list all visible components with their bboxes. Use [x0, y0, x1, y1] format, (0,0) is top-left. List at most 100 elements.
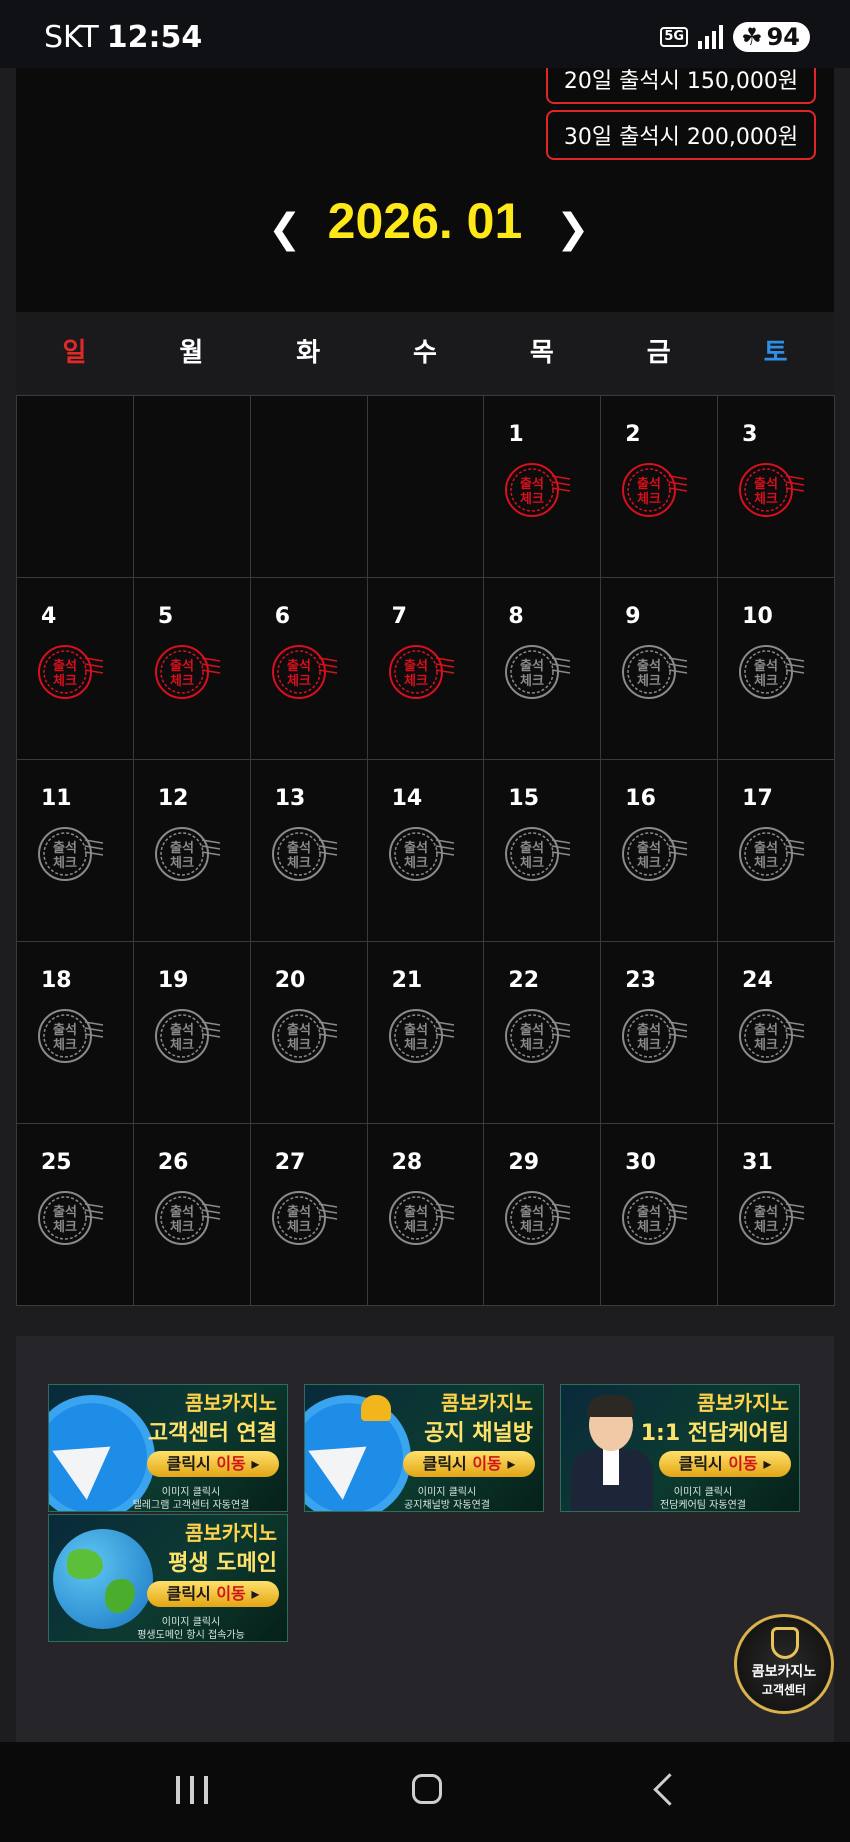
- day-number: 3: [742, 422, 758, 447]
- attendance-stamp-unchecked-icon: 출석 체크: [504, 1006, 571, 1066]
- day-number: 11: [41, 786, 72, 811]
- banner-customer-center[interactable]: 콤보카지노 고객센터 연결 클릭시 이동 ▸ 이미지 클릭시 텔레그램 고객센터…: [48, 1384, 288, 1512]
- network-5g-icon: 5G: [660, 27, 689, 47]
- calendar-day-cell[interactable]: 12 출석 체크: [133, 760, 251, 942]
- calendar-empty-cell: [133, 396, 251, 578]
- attendance-stamp-unchecked-icon: 출석 체크: [738, 1006, 805, 1066]
- attendance-stamp-unchecked-icon: 출석 체크: [738, 1188, 805, 1248]
- svg-text:출석: 출석: [520, 658, 544, 674]
- calendar-day-cell[interactable]: 30 출석 체크: [601, 1124, 719, 1306]
- banner-click-button[interactable]: 클릭시 이동 ▸: [403, 1451, 535, 1477]
- calendar-day-cell[interactable]: 29 출석 체크: [484, 1124, 602, 1306]
- calendar-day-cell[interactable]: 25 출석 체크: [17, 1124, 134, 1306]
- svg-text:체크: 체크: [287, 1220, 311, 1235]
- day-number: 22: [508, 968, 540, 993]
- day-number: 10: [742, 604, 773, 629]
- weekday-fri: 금: [646, 338, 671, 368]
- banner-click-button[interactable]: 클릭시 이동 ▸: [147, 1451, 279, 1477]
- calendar-day-cell[interactable]: 18 출석 체크: [17, 942, 134, 1124]
- chevron-left-icon[interactable]: ❮: [268, 206, 302, 252]
- day-number: 30: [625, 1150, 656, 1175]
- calendar-day-cell[interactable]: 14 출석 체크: [367, 760, 485, 942]
- calendar-day-cell[interactable]: 22 출석 체크: [484, 942, 602, 1124]
- calendar-day-cell[interactable]: 3 출석 체크: [718, 396, 835, 578]
- status-right: 5G ☘ 94: [660, 22, 810, 52]
- calendar-day-cell[interactable]: 8 출석 체크: [484, 578, 602, 760]
- customer-center-button[interactable]: 콤보카지노 고객센터: [734, 1614, 834, 1714]
- day-number: 2: [625, 422, 641, 447]
- svg-text:출석: 출석: [637, 840, 661, 856]
- calendar-grid: 1 출석 체크 2 출석 체크 3 출석 체크 4 출석 체크 5 출석 체크 6 출석 체크 7 출석 체크 8 출석 체크…: [16, 395, 835, 1306]
- day-number: 14: [391, 786, 423, 811]
- svg-text:출석: 출석: [404, 1204, 428, 1220]
- cs-button-sublabel: 고객센터: [761, 1683, 807, 1697]
- calendar-day-cell[interactable]: 31 출석 체크: [718, 1124, 835, 1306]
- banner-click-button[interactable]: 클릭시 이동 ▸: [659, 1451, 791, 1477]
- attendance-stamp-unchecked-icon: 출석 체크: [37, 1188, 104, 1248]
- day-number: 23: [625, 968, 656, 993]
- svg-text:출석: 출석: [637, 1204, 661, 1220]
- svg-text:체크: 체크: [170, 856, 194, 871]
- attendance-stamp-unchecked-icon: 출석 체크: [37, 824, 104, 884]
- calendar-day-cell[interactable]: 27 출석 체크: [250, 1124, 368, 1306]
- svg-text:출석: 출석: [53, 658, 77, 674]
- calendar-day-cell[interactable]: 26 출석 체크: [133, 1124, 251, 1306]
- attendance-stamp-unchecked-icon: 출석 체크: [271, 1006, 337, 1066]
- weekday-wed: 수: [413, 338, 437, 368]
- svg-text:출석: 출석: [754, 1204, 778, 1220]
- calendar-day-cell[interactable]: 9 출석 체크: [601, 578, 719, 760]
- svg-text:체크: 체크: [520, 1220, 544, 1235]
- svg-text:출석: 출석: [754, 1022, 778, 1038]
- day-number: 24: [742, 968, 773, 993]
- attendance-stamp-unchecked-icon: 출석 체크: [154, 1006, 220, 1066]
- day-number: 12: [157, 786, 189, 811]
- calendar-day-cell[interactable]: 19 출석 체크: [133, 942, 251, 1124]
- calendar-day-cell[interactable]: 5 출석 체크: [133, 578, 251, 760]
- svg-text:출석: 출석: [520, 840, 544, 856]
- calendar-day-cell[interactable]: 1 출석 체크: [484, 396, 602, 578]
- calendar-day-cell[interactable]: 7 출석 체크: [367, 578, 485, 760]
- calendar-day-cell[interactable]: 28 출석 체크: [367, 1124, 485, 1306]
- calendar-day-cell[interactable]: 16 출석 체크: [601, 760, 719, 942]
- attendance-stamp-unchecked-icon: 출석 체크: [37, 1006, 104, 1066]
- svg-text:출석: 출석: [754, 840, 778, 856]
- recent-apps-icon[interactable]: [162, 1772, 222, 1812]
- calendar-day-cell[interactable]: 4 출석 체크: [17, 578, 134, 760]
- calendar-day-cell[interactable]: 24 출석 체크: [718, 942, 835, 1124]
- banner-care-team[interactable]: 콤보카지노 1:1 전담케어팀 클릭시 이동 ▸ 이미지 클릭시 전담케어팀 자…: [560, 1384, 800, 1512]
- battery-icon: ☘ 94: [733, 22, 810, 52]
- attendance-stamp-unchecked-icon: 출석 체크: [388, 1006, 454, 1066]
- calendar-day-cell[interactable]: 15 출석 체크: [484, 760, 602, 942]
- calendar-day-cell[interactable]: 11 출석 체크: [17, 760, 134, 942]
- svg-text:체크: 체크: [520, 674, 544, 689]
- chevron-right-icon[interactable]: ❯: [556, 206, 590, 252]
- attendance-stamp-unchecked-icon: 출석 체크: [271, 1188, 337, 1248]
- calendar-day-cell[interactable]: 17 출석 체크: [718, 760, 835, 942]
- svg-text:출석: 출석: [754, 658, 778, 674]
- calendar-day-cell[interactable]: 23 출석 체크: [601, 942, 719, 1124]
- banner-section: 콤보카지노 고객센터 연결 클릭시 이동 ▸ 이미지 클릭시 텔레그램 고객센터…: [16, 1336, 834, 1742]
- svg-text:출석: 출석: [754, 476, 778, 492]
- attendance-stamp-unchecked-icon: 출석 체크: [388, 1188, 454, 1248]
- attendance-stamp-checked-icon: 출석 체크: [388, 642, 454, 702]
- calendar-day-cell[interactable]: 20 출석 체크: [250, 942, 368, 1124]
- attendance-stamp-unchecked-icon: 출석 체크: [621, 824, 688, 884]
- day-number: 6: [274, 604, 291, 629]
- page-content: 20일 출석시 150,000원 30일 출석시 200,000원 ❮ 2026…: [0, 68, 850, 1742]
- banner-click-button[interactable]: 클릭시 이동 ▸: [147, 1581, 279, 1607]
- calendar-day-cell[interactable]: 13 출석 체크: [250, 760, 368, 942]
- calendar-empty-cell: [367, 396, 485, 578]
- calendar-day-cell[interactable]: 6 출석 체크: [250, 578, 368, 760]
- back-icon[interactable]: [640, 1772, 700, 1812]
- banner-domain[interactable]: 콤보카지노 평생 도메인 클릭시 이동 ▸ 이미지 클릭시 평생도메인 항시 접…: [48, 1514, 288, 1642]
- svg-text:체크: 체크: [754, 674, 778, 689]
- banner-brand: 콤보카지노: [185, 1391, 277, 1415]
- day-number: 26: [157, 1150, 189, 1175]
- banner-notice-channel[interactable]: 콤보카지노 공지 채널방 클릭시 이동 ▸ 이미지 클릭시 공지채널방 자동연결: [304, 1384, 544, 1512]
- svg-text:출석: 출석: [170, 658, 194, 674]
- home-icon[interactable]: [400, 1772, 460, 1812]
- day-number: 25: [41, 1150, 72, 1175]
- calendar-day-cell[interactable]: 21 출석 체크: [367, 942, 485, 1124]
- calendar-day-cell[interactable]: 10 출석 체크: [718, 578, 835, 760]
- calendar-day-cell[interactable]: 2 출석 체크: [601, 396, 719, 578]
